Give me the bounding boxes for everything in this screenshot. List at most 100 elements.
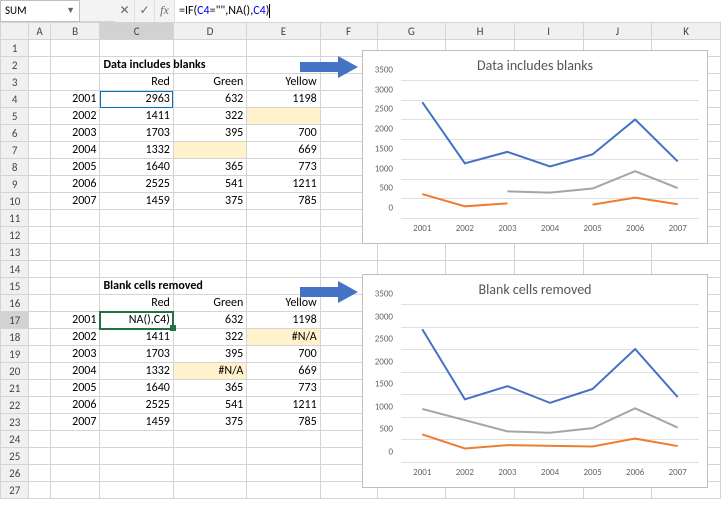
- cell[interactable]: 2525: [100, 176, 173, 193]
- cell[interactable]: 2007: [50, 193, 100, 210]
- row-header[interactable]: 9: [1, 176, 29, 193]
- cell[interactable]: [247, 482, 320, 499]
- cancel-button[interactable]: ✕: [115, 0, 135, 22]
- cell[interactable]: 2005: [50, 159, 100, 176]
- cell[interactable]: [29, 125, 50, 142]
- cell[interactable]: [29, 397, 50, 414]
- cell[interactable]: 2003: [50, 125, 100, 142]
- cell[interactable]: [50, 227, 100, 244]
- cell[interactable]: [29, 193, 50, 210]
- row-header[interactable]: 23: [1, 414, 29, 431]
- row-header[interactable]: 16: [1, 295, 29, 312]
- cell[interactable]: 2002: [50, 108, 100, 125]
- chart-data-includes-blanks[interactable]: Data includes blanks 0500100015002000250…: [362, 50, 708, 244]
- cell[interactable]: [29, 329, 50, 346]
- cell[interactable]: 2005: [50, 380, 100, 397]
- cell[interactable]: [29, 465, 50, 482]
- row-header[interactable]: 8: [1, 159, 29, 176]
- col-header[interactable]: E: [247, 23, 320, 40]
- cell[interactable]: 632: [173, 312, 246, 329]
- cell[interactable]: NA(),C4): [100, 312, 173, 329]
- cell[interactable]: [29, 431, 50, 448]
- cell[interactable]: [583, 244, 652, 261]
- row-header[interactable]: 20: [1, 363, 29, 380]
- cell[interactable]: [247, 431, 320, 448]
- chart-blank-cells-removed[interactable]: Blank cells removed 05001000150020002500…: [362, 274, 708, 488]
- fx-button[interactable]: fx: [155, 0, 175, 22]
- cell[interactable]: [173, 431, 246, 448]
- cell[interactable]: 2006: [50, 176, 100, 193]
- cell[interactable]: 669: [247, 142, 320, 159]
- cell[interactable]: [29, 312, 50, 329]
- cell[interactable]: [29, 295, 50, 312]
- cell[interactable]: 632: [173, 91, 246, 108]
- cell[interactable]: 1411: [100, 329, 173, 346]
- cell[interactable]: [50, 210, 100, 227]
- cell[interactable]: [652, 244, 721, 261]
- cell[interactable]: [50, 74, 100, 91]
- cell[interactable]: 2004: [50, 142, 100, 159]
- cell[interactable]: [173, 448, 246, 465]
- cell[interactable]: [29, 176, 50, 193]
- cell[interactable]: Red: [100, 295, 173, 312]
- cell[interactable]: [29, 278, 50, 295]
- cell[interactable]: 322: [173, 108, 246, 125]
- col-header[interactable]: I: [514, 23, 583, 40]
- cell[interactable]: 1211: [247, 397, 320, 414]
- cell[interactable]: [29, 380, 50, 397]
- cell[interactable]: [29, 414, 50, 431]
- cell[interactable]: 375: [173, 414, 246, 431]
- cell[interactable]: 773: [247, 380, 320, 397]
- cell[interactable]: [173, 227, 246, 244]
- row-header[interactable]: 14: [1, 261, 29, 278]
- row-header[interactable]: 25: [1, 448, 29, 465]
- cell[interactable]: [100, 261, 173, 278]
- cell[interactable]: [29, 159, 50, 176]
- cell[interactable]: Green: [173, 295, 246, 312]
- cell[interactable]: [50, 465, 100, 482]
- cell[interactable]: 541: [173, 397, 246, 414]
- enter-button[interactable]: ✓: [135, 0, 155, 22]
- cell[interactable]: 541: [173, 176, 246, 193]
- cell[interactable]: [514, 244, 583, 261]
- cell[interactable]: 1332: [100, 363, 173, 380]
- cell[interactable]: Red: [100, 74, 173, 91]
- cell[interactable]: 773: [247, 159, 320, 176]
- row-header[interactable]: 3: [1, 74, 29, 91]
- worksheet-grid[interactable]: A B C D E F G H I J K 12Data includes bl…: [0, 22, 721, 507]
- col-header[interactable]: B: [50, 23, 100, 40]
- cell[interactable]: [247, 448, 320, 465]
- cell[interactable]: 1411: [100, 108, 173, 125]
- cell[interactable]: [247, 108, 320, 125]
- cell[interactable]: [50, 431, 100, 448]
- cell[interactable]: [29, 74, 50, 91]
- formula-input[interactable]: =IF(C4="",NA(),C4): [175, 0, 721, 22]
- cell[interactable]: Blank cells removed: [100, 278, 173, 295]
- cell[interactable]: 395: [173, 125, 246, 142]
- cell[interactable]: 700: [247, 346, 320, 363]
- cell[interactable]: 375: [173, 193, 246, 210]
- cell[interactable]: 2963: [100, 91, 173, 108]
- row-header[interactable]: 10: [1, 193, 29, 210]
- cell[interactable]: 2003: [50, 346, 100, 363]
- cell[interactable]: #N/A: [173, 363, 246, 380]
- cell[interactable]: 395: [173, 346, 246, 363]
- col-header[interactable]: K: [652, 23, 721, 40]
- row-header[interactable]: 13: [1, 244, 29, 261]
- cell[interactable]: [29, 210, 50, 227]
- col-header[interactable]: C: [100, 23, 173, 40]
- cell[interactable]: [100, 227, 173, 244]
- cell[interactable]: 1459: [100, 414, 173, 431]
- cell[interactable]: 2525: [100, 397, 173, 414]
- cell[interactable]: 2004: [50, 363, 100, 380]
- cell[interactable]: [173, 210, 246, 227]
- select-all-corner[interactable]: [1, 23, 29, 40]
- row-header[interactable]: 26: [1, 465, 29, 482]
- cell[interactable]: Green: [173, 74, 246, 91]
- cell[interactable]: [173, 261, 246, 278]
- cell[interactable]: [247, 40, 320, 57]
- cell[interactable]: [29, 244, 50, 261]
- cell[interactable]: 1198: [247, 91, 320, 108]
- cell[interactable]: [100, 482, 173, 499]
- cell[interactable]: [29, 108, 50, 125]
